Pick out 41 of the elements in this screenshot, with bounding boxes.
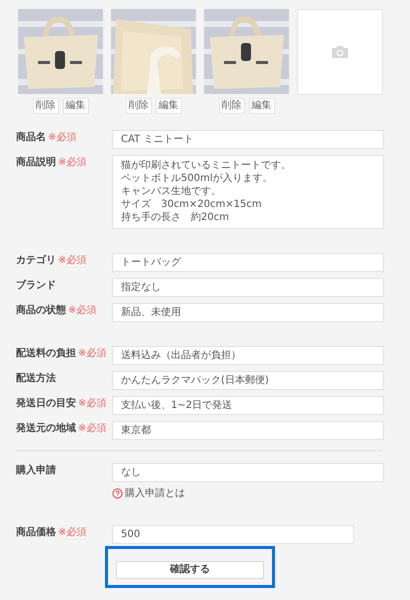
field-label: ブランド (16, 281, 56, 291)
edit-button[interactable]: 編集 (156, 98, 182, 114)
delete-button[interactable]: 削除 (218, 98, 244, 114)
input-field[interactable]: 新品、未使用 (112, 303, 384, 322)
input-field[interactable]: 500 (112, 525, 354, 544)
input-field[interactable]: 支払い後、1~2日で発送 (112, 396, 384, 415)
field-label: 配送方法 (16, 374, 56, 384)
field-label: 商品説明 (16, 158, 56, 168)
field-label: 発送元の地域 (16, 424, 76, 434)
delete-button[interactable]: 削除 (126, 98, 152, 114)
field-label: 商品名 (16, 133, 46, 143)
input-field[interactable]: トートバッグ (112, 253, 384, 272)
required-mark: ※必須 (78, 424, 106, 434)
edit-button[interactable]: 編集 (62, 98, 88, 114)
required-mark: ※必須 (58, 256, 86, 266)
input-field[interactable]: なし (112, 463, 384, 482)
description-field[interactable]: 猫が印刷されているミニトートです。 ペットボトル500mlが入ります。 キャンバス生地です。 サイズ 30cm×20cm×15cm 持ち手の長さ 約20cm (112, 155, 384, 229)
required-mark: ※必須 (78, 349, 106, 359)
delete-button[interactable]: 削除 (32, 98, 58, 114)
input-field[interactable]: かんたんラクマパック(日本郵便) (112, 371, 384, 390)
input-field[interactable]: CAT ミニトート (112, 130, 384, 149)
help-link[interactable]: 購入申請とは (125, 486, 185, 501)
field-label: 配送料の負担 (16, 349, 76, 359)
photo-slot[interactable] (296, 9, 382, 95)
field-label: 購入申請 (16, 466, 56, 476)
field-label: 発送日の目安 (16, 399, 76, 409)
input-field[interactable]: 東京都 (112, 421, 384, 440)
input-field[interactable]: 送料込み（出品者が負担） (112, 346, 384, 365)
camera-icon (330, 45, 348, 59)
input-field[interactable]: 指定なし (112, 278, 384, 297)
field-label: 商品の状態 (16, 306, 66, 316)
required-mark: ※必須 (78, 399, 106, 409)
required-mark: ※必須 (48, 133, 76, 143)
field-label: カテゴリ (16, 256, 56, 266)
required-mark: ※必須 (58, 158, 86, 168)
field-label: 商品価格 (16, 528, 56, 538)
required-mark: ※必須 (58, 528, 86, 538)
edit-button[interactable]: 編集 (248, 98, 274, 114)
help-icon (112, 488, 123, 499)
required-mark: ※必須 (68, 306, 96, 316)
confirm-button[interactable]: 確認する (116, 560, 264, 578)
